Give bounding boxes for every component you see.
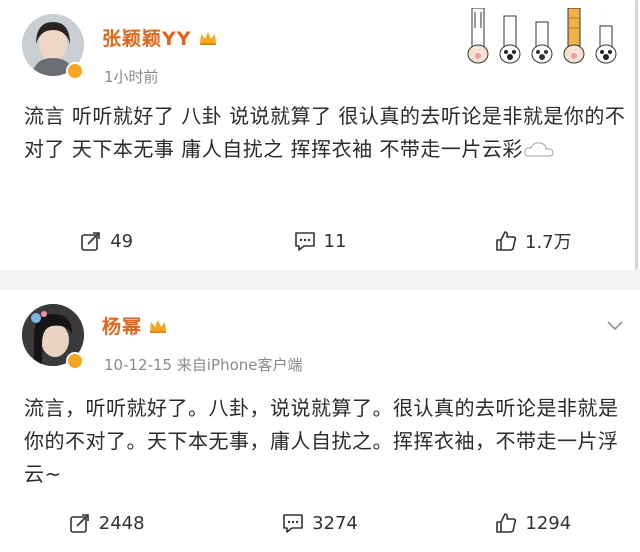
cloud-emoji-icon — [524, 142, 554, 157]
post-card-1: 张颖颖YY 1小时前 流言 听听就好了 八卦 说说就算了 很认真的去听论是非就是… — [0, 0, 640, 270]
comment-button[interactable]: 11 — [213, 228, 426, 254]
repost-count: 2448 — [98, 512, 145, 534]
repost-button[interactable]: 49 — [0, 228, 213, 254]
comment-icon — [283, 514, 303, 533]
decorative-paws — [466, 8, 618, 64]
action-bar: 2448 3274 1294 — [0, 512, 640, 534]
comment-count: 3274 — [312, 512, 358, 534]
cat-paw-icon — [531, 21, 553, 64]
cat-paw-icon — [467, 8, 489, 64]
repost-icon — [69, 514, 89, 533]
author-name[interactable]: 张颖颖YY — [102, 24, 192, 51]
comment-icon — [294, 232, 315, 251]
chevron-down-icon[interactable] — [606, 320, 624, 332]
post-card-2: 杨幂 10-12-15 来自iPhone客户端 流言，听听就好了。八卦，说说就算… — [0, 290, 640, 552]
cat-paw-icon — [595, 25, 617, 64]
like-icon — [496, 513, 517, 533]
like-button[interactable]: 1.7万 — [427, 228, 640, 254]
like-icon — [496, 231, 517, 251]
cat-paw-icon — [499, 15, 521, 64]
like-count: 1.7万 — [525, 232, 572, 253]
comment-button[interactable]: 3274 — [213, 512, 426, 534]
cat-paw-icon — [563, 8, 585, 64]
comment-count: 11 — [323, 230, 347, 252]
post-text: 流言，听听就好了。八卦，说说就算了。很认真的去听论是非就是你的不对了。天下本无事… — [24, 396, 619, 486]
post-text: 流言 听听就好了 八卦 说说就算了 很认真的去听论是非就是你的不对了 天下本无事… — [24, 104, 626, 161]
action-bar: 49 11 1.7万 — [0, 228, 640, 254]
crown-badge-icon — [150, 319, 167, 333]
like-count: 1294 — [525, 512, 572, 534]
like-button[interactable]: 1294 — [427, 512, 640, 534]
author-row: 张颖颖YY — [102, 24, 218, 51]
repost-count: 49 — [110, 230, 134, 252]
crown-badge-icon — [199, 31, 216, 45]
verified-badge-icon — [66, 352, 84, 370]
post-time-source: 10-12-15 来自iPhone客户端 — [104, 356, 303, 374]
post-time: 1小时前 — [104, 68, 159, 86]
scrollbar[interactable] — [635, 0, 638, 270]
author-name[interactable]: 杨幂 — [102, 312, 142, 339]
author-row: 杨幂 — [102, 312, 168, 339]
repost-icon — [81, 232, 101, 251]
repost-button[interactable]: 2448 — [0, 512, 213, 534]
verified-badge-icon — [66, 62, 84, 80]
